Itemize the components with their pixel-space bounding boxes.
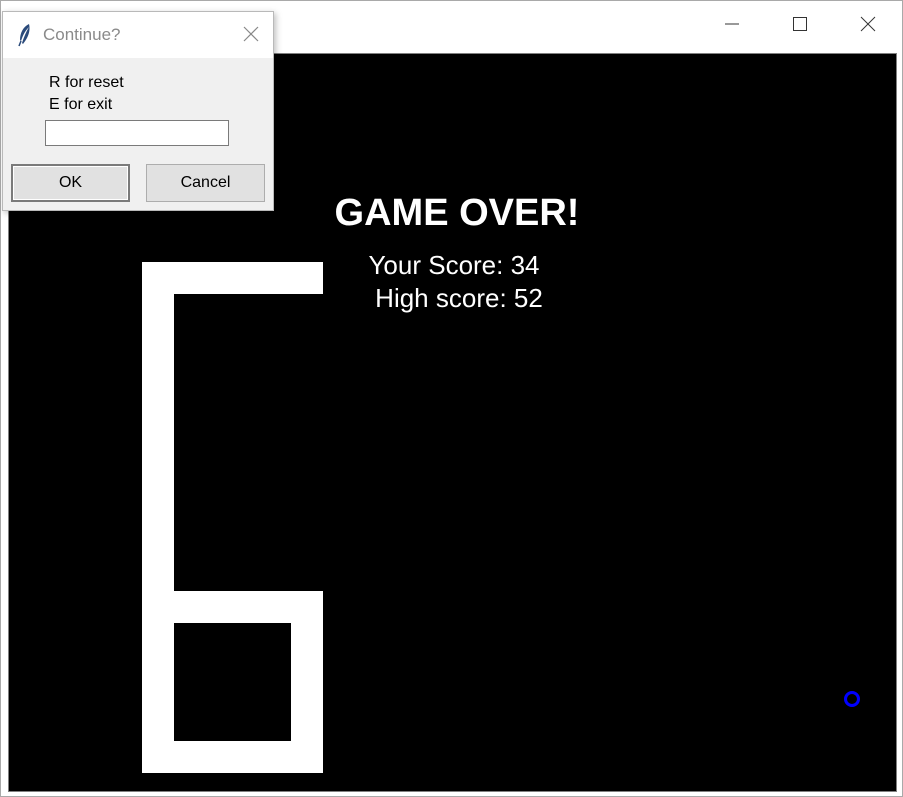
dialog-close-icon[interactable] bbox=[243, 26, 259, 42]
maximize-icon bbox=[793, 17, 807, 31]
dialog-titlebar: Continue? bbox=[3, 12, 273, 58]
dialog-input[interactable] bbox=[45, 120, 229, 146]
snake-body bbox=[142, 262, 174, 773]
minimize-icon bbox=[725, 23, 739, 25]
window-titlebar-controls bbox=[698, 1, 902, 47]
feather-icon bbox=[18, 24, 30, 47]
food-pellet bbox=[844, 691, 860, 707]
close-icon bbox=[860, 16, 876, 32]
continue-dialog: Continue? R for reset E for exit OK Canc… bbox=[2, 11, 274, 211]
close-button[interactable] bbox=[834, 1, 902, 47]
maximize-button[interactable] bbox=[766, 1, 834, 47]
ok-button[interactable]: OK bbox=[11, 164, 130, 202]
dialog-prompt: R for reset E for exit bbox=[49, 74, 124, 113]
minimize-button[interactable] bbox=[698, 1, 766, 47]
snake-body bbox=[142, 741, 323, 773]
cancel-button[interactable]: Cancel bbox=[146, 164, 265, 202]
your-score-text: Your Score: 34 bbox=[368, 250, 540, 280]
high-score-text: High score: 52 bbox=[375, 283, 543, 313]
dialog-title: Continue? bbox=[43, 25, 121, 44]
game-over-title: GAME OVER! bbox=[334, 192, 580, 234]
